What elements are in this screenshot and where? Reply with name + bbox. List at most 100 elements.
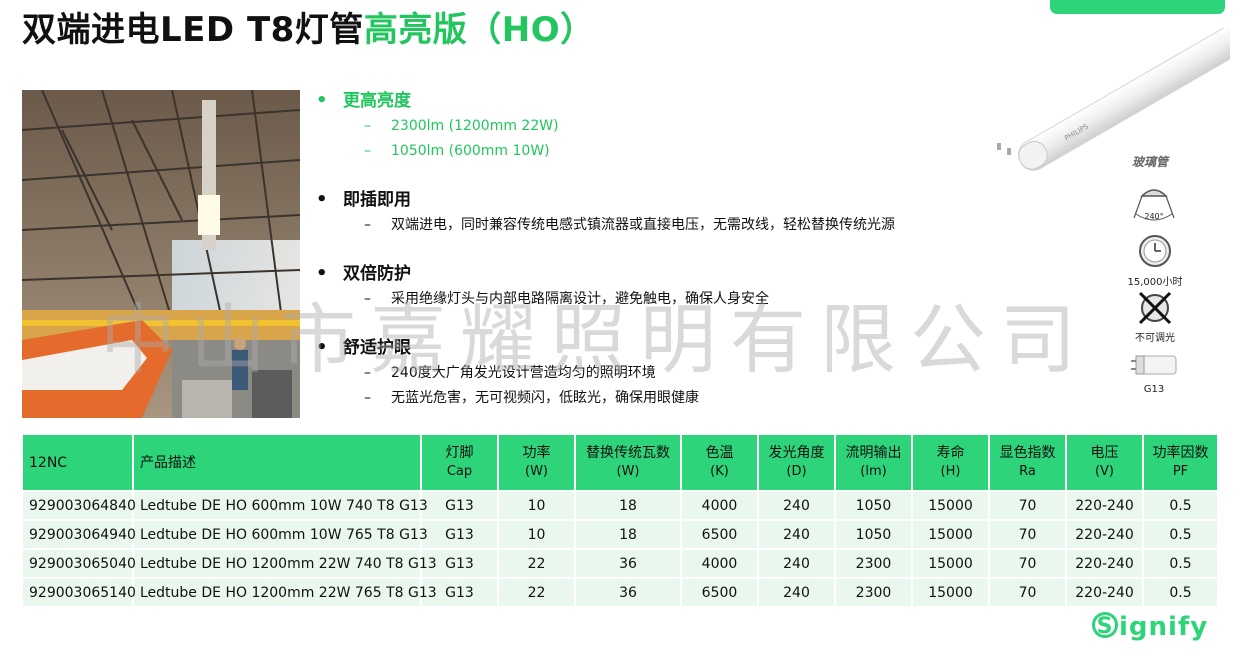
- feature-detail-text: 2300lm (1200mm 22W): [391, 118, 559, 134]
- feature-list: • 更高亮度 –2300lm (1200mm 22W) –1050lm (600…: [316, 88, 1016, 434]
- feature-detail-text: 无蓝光危害，无可视频闪，低眩光，确保用眼健康: [391, 390, 699, 406]
- column-header: 电压 (V): [1066, 435, 1144, 491]
- logo-text: ignify: [1119, 612, 1209, 642]
- table-cell: 70: [989, 490, 1067, 520]
- column-header: 发光角度 (D): [758, 435, 836, 491]
- table-cell: 929003065140: [23, 577, 136, 606]
- table-cell: Ledtube DE HO 1200mm 22W 765 T8 G13: [133, 577, 437, 606]
- led-tube-image: PHILIPS: [985, 23, 1249, 188]
- table-cell: 36: [575, 548, 682, 578]
- table-cell: 1050: [835, 519, 913, 549]
- table-cell: 4000: [681, 548, 759, 578]
- table-cell: 220-240: [1066, 577, 1144, 606]
- page-title: 双端进电LED T8灯管高亮版（HO）: [22, 2, 595, 51]
- clock-icon: 15,000小时: [1126, 233, 1184, 288]
- feature-eye-comfort: • 舒适护眼 –240度大广角发光设计营造均匀的照明环境 – 无蓝光危害，无可视频…: [316, 335, 1016, 411]
- table-cell: 15000: [912, 490, 990, 520]
- table-cell: 929003064940: [23, 519, 136, 549]
- signify-logo: Signify: [1092, 612, 1208, 642]
- table-cell: 929003064840: [23, 490, 136, 520]
- feature-detail-text: 采用绝缘灯头与内部电路隔离设计，避免触电，确保人身安全: [391, 291, 769, 307]
- feature-detail-text: 双端进电，同时兼容传统电感式镇流器或直接电压，无需改线，轻松替换传统光源: [391, 217, 895, 233]
- feature-detail: –2300lm (1200mm 22W): [364, 118, 559, 134]
- table-cell: Ledtube DE HO 600mm 10W 765 T8 G13: [133, 519, 428, 549]
- beam-angle-icon: 240°: [1128, 182, 1180, 227]
- column-header: 显色指数 Ra: [989, 435, 1067, 491]
- table-cell: 240: [758, 490, 836, 520]
- no-dimming-icon: 不可调光: [1128, 291, 1182, 344]
- top-accent-tab: [1050, 0, 1225, 14]
- table-cell: 22: [498, 577, 576, 606]
- table-cell: Ledtube DE HO 600mm 10W 740 T8 G13: [133, 490, 428, 520]
- table-cell: G13: [421, 519, 499, 549]
- table-cell: 240: [758, 548, 836, 578]
- table-cell: 2300: [835, 548, 913, 578]
- bullet: •: [316, 337, 328, 358]
- column-header: 寿命 (H): [912, 435, 990, 491]
- table-cell: 6500: [681, 577, 759, 606]
- table-cell: 15000: [912, 548, 990, 578]
- table-cell: 4000: [681, 490, 759, 520]
- column-header: 灯脚 Cap: [421, 435, 499, 491]
- table-cell: 220-240: [1066, 490, 1144, 520]
- feature-title: 即插即用: [343, 190, 411, 210]
- bullet: •: [316, 263, 328, 284]
- feature-double-protection: • 双倍防护 – 采用绝缘灯头与内部电路隔离设计，避免触电，确保人身安全: [316, 261, 1016, 312]
- table-cell: 10: [498, 490, 576, 520]
- table-cell: 15000: [912, 519, 990, 549]
- table-cell: 70: [989, 519, 1067, 549]
- table-cell: 18: [575, 519, 682, 549]
- spec-table: 12NC 产品描述 灯脚 Cap 功率 (W) 替换传统瓦数 (W) 色温 (K) 发光…: [23, 435, 1219, 606]
- column-header: 色温 (K): [681, 435, 759, 491]
- table-row: 929003065140 Ledtube DE HO 1200mm 22W 765…: [23, 577, 1219, 606]
- feature-plug-and-play: • 即插即用 – 双端进电，同时兼容传统电感式镇流器或直接电压，无需改线，轻松替换…: [316, 187, 1016, 238]
- table-cell: 220-240: [1066, 548, 1144, 578]
- table-cell: 0.5: [1143, 490, 1219, 520]
- table-cell: Ledtube DE HO 1200mm 22W 740 T8 G13: [133, 548, 437, 578]
- title-highlight: 高亮版（HO）: [363, 10, 595, 50]
- cap-type-caption: G13: [1143, 384, 1165, 395]
- table-cell: 0.5: [1143, 519, 1219, 549]
- column-header: 功率 (W): [498, 435, 576, 491]
- logo-mark: S: [1092, 612, 1118, 639]
- column-header: 流明输出 (lm): [835, 435, 913, 491]
- bullet: •: [316, 90, 328, 111]
- column-header: 12NC: [23, 435, 134, 491]
- lifetime-caption: 15,000小时: [1127, 277, 1183, 288]
- table-cell: 2300: [835, 577, 913, 606]
- feature-brightness: • 更高亮度 –2300lm (1200mm 22W) –1050lm (600…: [316, 88, 1016, 164]
- table-cell: 240: [758, 577, 836, 606]
- table-row: 929003064840 Ledtube DE HO 600mm 10W 740 …: [23, 490, 1219, 520]
- beam-angle-label: 240°: [1144, 212, 1163, 221]
- table-cell: G13: [421, 490, 499, 520]
- feature-detail: –1050lm (600mm 10W): [364, 143, 550, 159]
- table-cell: 6500: [681, 519, 759, 549]
- glass-tube-label: 玻璃管: [1132, 155, 1169, 169]
- table-cell: 15000: [912, 577, 990, 606]
- feature-detail: – 双端进电，同时兼容传统电感式镇流器或直接电压，无需改线，轻松替换传统光源: [364, 217, 895, 233]
- table-cell: 10: [498, 519, 576, 549]
- table-cell: 1050: [835, 490, 913, 520]
- table-cell: 0.5: [1143, 577, 1219, 606]
- feature-detail: –240度大广角发光设计营造均匀的照明环境: [364, 365, 656, 381]
- feature-detail-text: 1050lm (600mm 10W): [391, 143, 550, 159]
- feature-detail-text: 240度大广角发光设计营造均匀的照明环境: [391, 365, 656, 381]
- table-cell: 18: [575, 490, 682, 520]
- feature-detail: – 采用绝缘灯头与内部电路隔离设计，避免触电，确保人身安全: [364, 291, 769, 307]
- workshop-photo: [22, 90, 300, 418]
- title-main: 双端进电LED T8灯管: [22, 10, 364, 50]
- table-cell: 0.5: [1143, 548, 1219, 578]
- no-dimming-caption: 不可调光: [1135, 333, 1175, 344]
- table-cell: 70: [989, 548, 1067, 578]
- column-header: 替换传统瓦数 (W): [575, 435, 682, 491]
- g13-cap-icon: G13: [1128, 350, 1180, 395]
- feature-detail: – 无蓝光危害，无可视频闪，低眩光，确保用眼健康: [364, 390, 699, 406]
- table-cell: 22: [498, 548, 576, 578]
- feature-title: 更高亮度: [343, 91, 411, 111]
- table-cell: 929003065040: [23, 548, 136, 578]
- table-cell: 36: [575, 577, 682, 606]
- column-header: 产品描述: [133, 435, 422, 491]
- column-header: 功率因数 PF: [1143, 435, 1219, 491]
- table-header-row: 12NC 产品描述 灯脚 Cap 功率 (W) 替换传统瓦数 (W) 色温 (K) 发光…: [23, 435, 1219, 491]
- table-row: 929003064940 Ledtube DE HO 600mm 10W 765 …: [23, 519, 1219, 549]
